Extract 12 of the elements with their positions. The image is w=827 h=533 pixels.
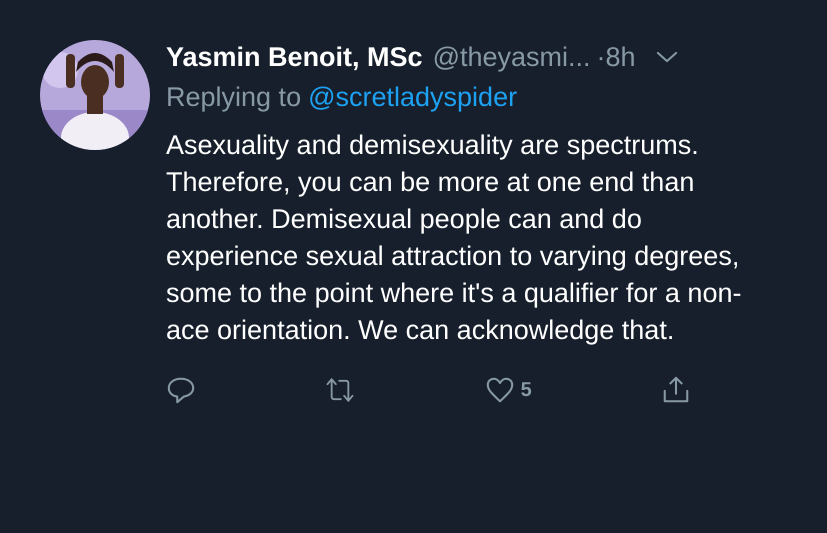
display-name[interactable]: Yasmin Benoit, MSc <box>166 42 423 72</box>
tweet-text: Asexuality and demisexuality are spectrums. Therefore, you can be more at one end than another. Demisexual people can and do experience sexual attraction to varying degrees, some to the point where it's a qualifier for a non-ace orientation. We can acknowledge that. <box>166 129 742 347</box>
share-icon[interactable] <box>660 375 691 405</box>
user-handle[interactable]: @theyasmi... <box>432 42 591 72</box>
speech-bubble-icon[interactable] <box>166 375 196 405</box>
timestamp: ·8h <box>596 42 636 72</box>
retweet-icon[interactable] <box>325 375 356 405</box>
mention-link[interactable]: @scretladyspider <box>308 82 518 113</box>
heart-icon[interactable] <box>484 375 515 405</box>
like-count: 5 <box>520 378 532 402</box>
replying-label: Replying to <box>166 82 302 113</box>
chevron-down-icon[interactable] <box>656 50 678 64</box>
